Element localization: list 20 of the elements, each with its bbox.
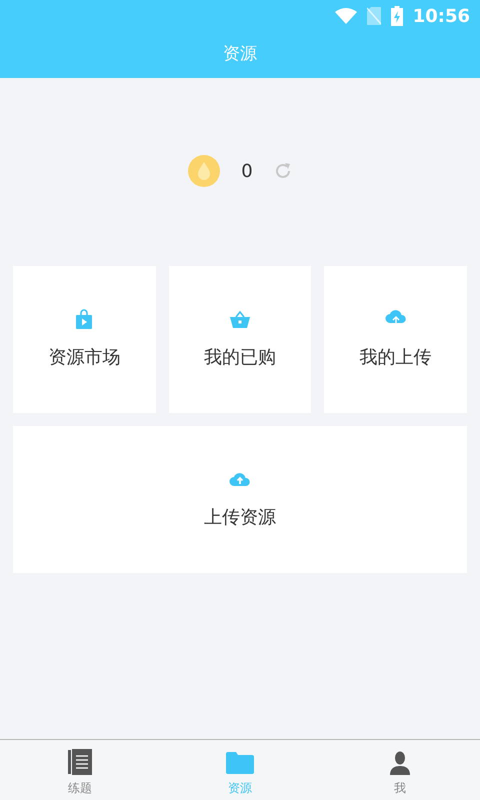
coin-icon bbox=[187, 154, 222, 188]
upload-card[interactable]: 上传资源 bbox=[13, 426, 467, 573]
no-sim-icon bbox=[366, 7, 381, 25]
menu-card[interactable]: 我的已购 bbox=[168, 266, 312, 413]
page-title: 资源 bbox=[223, 43, 257, 66]
notebook-icon bbox=[67, 749, 93, 775]
status-time: 10:56 bbox=[412, 4, 470, 28]
folder-icon bbox=[225, 751, 255, 775]
menu-card[interactable]: 我的上传 bbox=[324, 266, 467, 413]
person-icon bbox=[389, 751, 411, 775]
wifi-icon bbox=[334, 8, 357, 24]
menu-card[interactable]: 资源市场 bbox=[13, 266, 156, 413]
card-label: 资源市场 bbox=[48, 346, 120, 370]
card-label: 上传资源 bbox=[204, 506, 276, 530]
card-label: 我的上传 bbox=[360, 346, 432, 370]
basket-icon bbox=[228, 309, 252, 329]
card-label: 我的已购 bbox=[204, 346, 276, 370]
battery-charging-icon bbox=[390, 6, 403, 26]
cloud-upload-icon bbox=[228, 470, 252, 488]
balance-amount: 0 bbox=[241, 160, 253, 184]
